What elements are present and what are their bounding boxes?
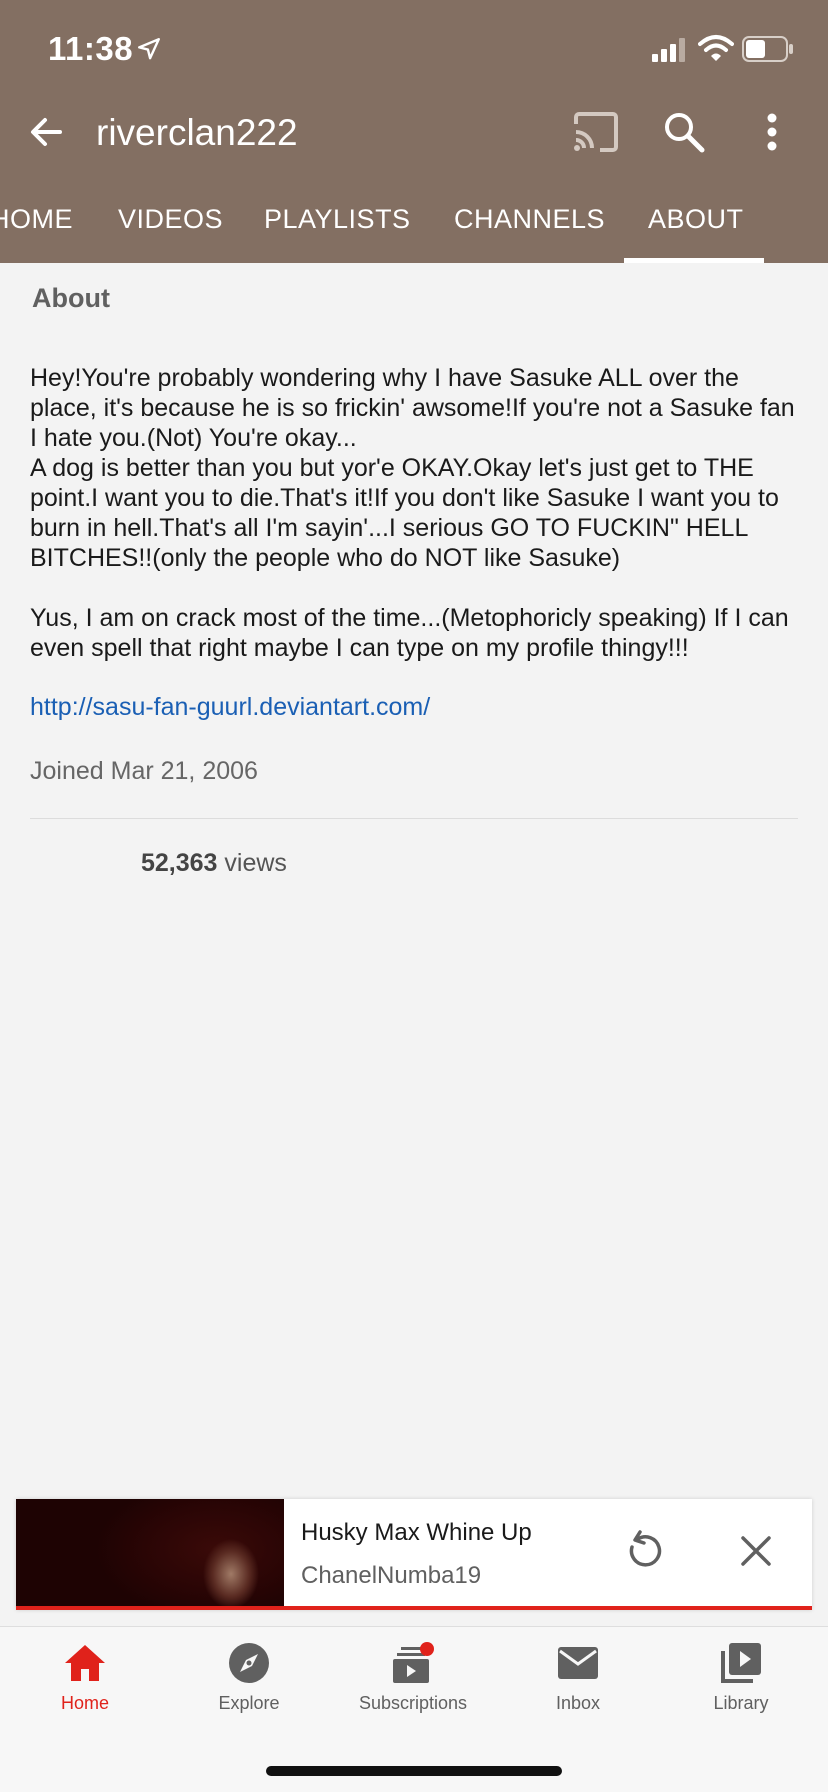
tab-home[interactable]: HOME — [0, 204, 73, 235]
search-icon[interactable] — [662, 110, 706, 154]
nav-explore-label: Explore — [218, 1693, 280, 1713]
tab-playlists[interactable]: PLAYLISTS — [264, 204, 411, 235]
library-icon — [721, 1643, 761, 1683]
active-tab-indicator — [624, 258, 764, 263]
mini-player-title[interactable]: Husky Max Whine Up — [301, 1519, 532, 1547]
about-heading: About — [32, 283, 110, 313]
video-thumbnail[interactable] — [16, 1499, 284, 1607]
inbox-icon — [558, 1647, 598, 1679]
nav-library-label: Library — [713, 1693, 769, 1713]
view-count-suffix: views — [217, 849, 287, 877]
battery-icon — [742, 36, 793, 62]
nav-home-label: Home — [60, 1693, 109, 1713]
tab-about[interactable]: ABOUT — [648, 204, 744, 235]
tab-videos[interactable]: VIDEOS — [118, 204, 223, 235]
channel-tabs: HOME VIDEOS PLAYLISTS CHANNELS ABOUT — [0, 190, 828, 263]
tab-channels[interactable]: CHANNELS — [454, 204, 605, 235]
replay-icon[interactable] — [622, 1529, 666, 1573]
mini-player-channel: ChanelNumba19 — [301, 1562, 482, 1589]
nav-home[interactable]: Home — [20, 1641, 150, 1714]
location-arrow-icon — [138, 38, 160, 60]
status-bar: 11:38 — [0, 0, 828, 100]
view-count: 52,363 views — [141, 849, 287, 878]
joined-date: Joined Mar 21, 2006 — [30, 757, 258, 785]
more-options-icon[interactable] — [762, 110, 782, 154]
home-icon — [65, 1645, 105, 1681]
home-indicator — [266, 1766, 562, 1776]
channel-description: Hey!You're probably wondering why I have… — [30, 364, 795, 662]
explore-icon — [229, 1643, 269, 1683]
back-arrow-icon[interactable] — [26, 112, 66, 152]
external-link[interactable]: http://sasu-fan-guurl.deviantart.com/ — [30, 693, 430, 722]
nav-library[interactable]: Library — [676, 1641, 806, 1714]
nav-explore[interactable]: Explore — [184, 1641, 314, 1714]
nav-inbox-label: Inbox — [555, 1693, 601, 1713]
cast-icon[interactable] — [572, 112, 620, 152]
view-count-number: 52,363 — [141, 849, 218, 877]
mini-player[interactable]: Husky Max Whine Up ChanelNumba19 — [16, 1499, 812, 1610]
app-bar: riverclan222 — [0, 100, 828, 164]
playback-progress-bar — [16, 1606, 812, 1610]
channel-header: 11:38 riverclan222 OME VIDEOS PLAYLISTS … — [0, 0, 828, 263]
cellular-signal-icon — [652, 38, 685, 62]
nav-inbox[interactable]: Inbox — [513, 1641, 643, 1714]
subscriptions-icon — [393, 1642, 434, 1683]
status-time: 11:38 — [48, 30, 134, 67]
divider — [30, 818, 798, 819]
nav-subscriptions[interactable]: Subscriptions — [348, 1641, 478, 1714]
close-icon[interactable] — [738, 1533, 774, 1569]
nav-subscriptions-label: Subscriptions — [358, 1693, 468, 1713]
channel-title: riverclan222 — [96, 112, 298, 153]
wifi-icon — [698, 35, 734, 61]
